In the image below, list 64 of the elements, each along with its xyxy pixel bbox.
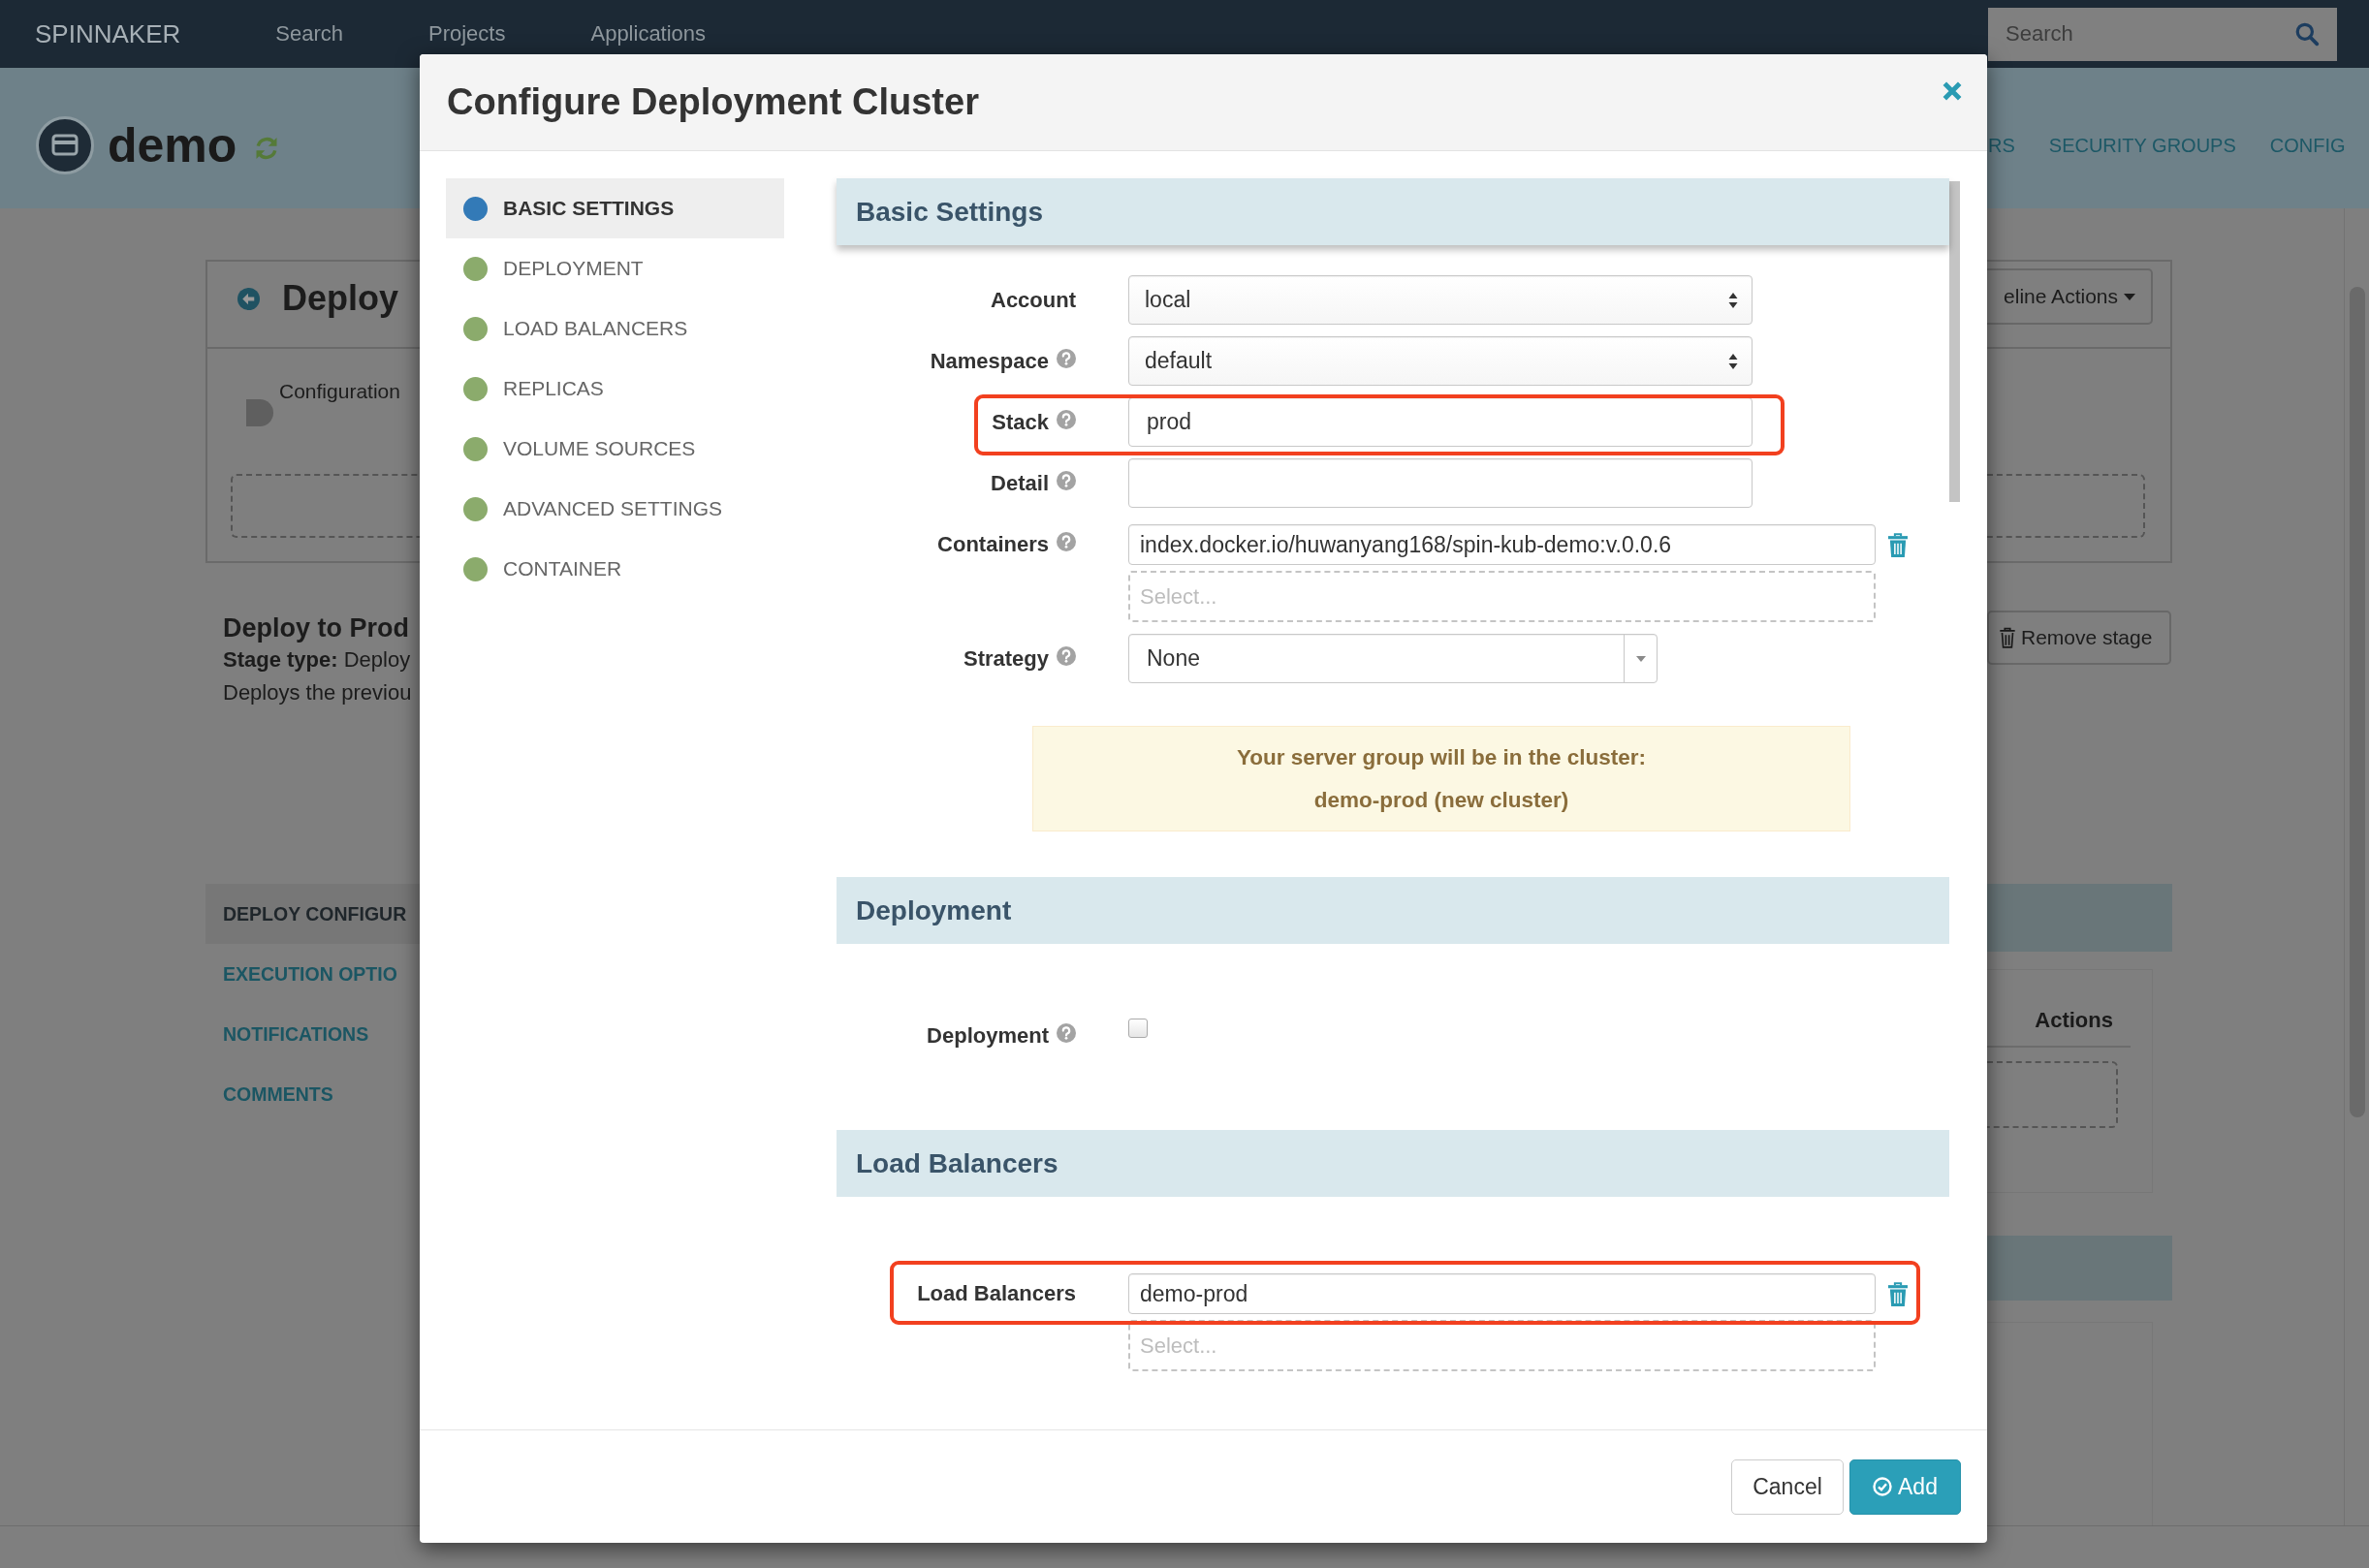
application-name: demo bbox=[108, 117, 237, 173]
trash-icon[interactable] bbox=[1888, 1281, 1908, 1306]
step-nav-item[interactable]: ADVANCED SETTINGS bbox=[446, 479, 784, 539]
field-label: Stack bbox=[992, 409, 1049, 435]
help-icon[interactable] bbox=[1057, 645, 1076, 666]
help-icon[interactable] bbox=[1057, 348, 1076, 368]
app-icon bbox=[36, 116, 94, 174]
caret-icon bbox=[2124, 293, 2135, 300]
dropdown-select[interactable]: local bbox=[1128, 275, 1753, 325]
step-nav-item[interactable]: VOLUME SOURCES bbox=[446, 419, 784, 479]
nav-link[interactable]: Projects bbox=[428, 21, 506, 47]
step-nav-item[interactable]: LOAD BALANCERS bbox=[446, 298, 784, 359]
field-label: Namespace bbox=[930, 348, 1049, 374]
trash-icon[interactable] bbox=[1888, 532, 1908, 557]
help-icon[interactable] bbox=[1057, 532, 1076, 551]
text-input[interactable] bbox=[1128, 458, 1753, 508]
search-icon[interactable] bbox=[2294, 21, 2320, 47]
nav-link[interactable]: Search bbox=[275, 21, 343, 47]
brand-name[interactable]: SPINNAKER bbox=[35, 18, 181, 49]
checkbox[interactable] bbox=[1128, 1019, 1148, 1038]
field-label: Containers bbox=[937, 532, 1049, 557]
field-label: Account bbox=[991, 287, 1076, 313]
field-label: Load Balancers bbox=[917, 1281, 1076, 1306]
dropdown-select[interactable]: default bbox=[1128, 336, 1753, 386]
section-header: Basic Settings bbox=[837, 178, 1949, 245]
step-nav-item[interactable]: DEPLOYMENT bbox=[446, 238, 784, 298]
scrollbar[interactable] bbox=[1949, 181, 1960, 502]
stage-node[interactable] bbox=[246, 399, 273, 426]
field-label: Detail bbox=[991, 470, 1049, 496]
step-nav-item[interactable]: REPLICAS bbox=[446, 359, 784, 419]
up-down-arrows-icon bbox=[1728, 291, 1738, 309]
cancel-button[interactable]: Cancel bbox=[1731, 1458, 1844, 1515]
dropdown-select[interactable]: None bbox=[1128, 634, 1658, 683]
section-header: Deployment bbox=[837, 877, 1949, 944]
stage-description: Deploys the previou bbox=[223, 679, 412, 706]
selected-value-field[interactable]: index.docker.io/huwanyang168/spin-kub-demo:v.0.0.6 bbox=[1128, 524, 1876, 565]
step-nav-item[interactable]: BASIC SETTINGS bbox=[446, 178, 784, 238]
text-input[interactable]: prod bbox=[1128, 397, 1753, 447]
info-message-text: demo-prod (new cluster) bbox=[1313, 786, 1569, 814]
stage-name: Deploy to Prod bbox=[223, 612, 409, 643]
field-label: Deployment bbox=[927, 1023, 1049, 1049]
field-label: Strategy bbox=[963, 645, 1049, 672]
caret-icon bbox=[1635, 655, 1646, 662]
check-circle-icon bbox=[1873, 1477, 1893, 1496]
help-icon[interactable] bbox=[1057, 409, 1076, 429]
stage-type-text: Stage type: Deploy bbox=[223, 646, 411, 674]
search-field[interactable]: Search bbox=[1988, 7, 2337, 61]
stage-heading: Deploy bbox=[282, 278, 399, 319]
step-nav-item[interactable]: CONTAINER bbox=[446, 539, 784, 599]
dialog-title: Configure Deployment Cluster bbox=[447, 81, 979, 123]
stage-node-label[interactable]: Configuration bbox=[279, 380, 400, 403]
close-icon[interactable] bbox=[1942, 80, 1963, 102]
nav-link[interactable]: Applications bbox=[590, 21, 707, 47]
help-icon[interactable] bbox=[1057, 1023, 1076, 1043]
remove-stage-button[interactable]: Remove stage bbox=[1987, 611, 2171, 665]
help-icon[interactable] bbox=[1057, 470, 1076, 490]
section-header: Load Balancers bbox=[837, 1130, 1949, 1197]
confirm-button[interactable]: Add bbox=[1849, 1458, 1961, 1515]
column-header: Actions bbox=[2035, 1008, 2113, 1033]
selected-value-field[interactable]: demo-prod bbox=[1128, 1273, 1876, 1314]
section-nav-item[interactable]: DEPLOY CONFIGUR bbox=[205, 884, 420, 944]
info-message-text: Your server group will be in the cluster: bbox=[1236, 743, 1647, 771]
up-down-arrows-icon bbox=[1728, 352, 1738, 370]
trash-icon bbox=[1999, 627, 2016, 648]
